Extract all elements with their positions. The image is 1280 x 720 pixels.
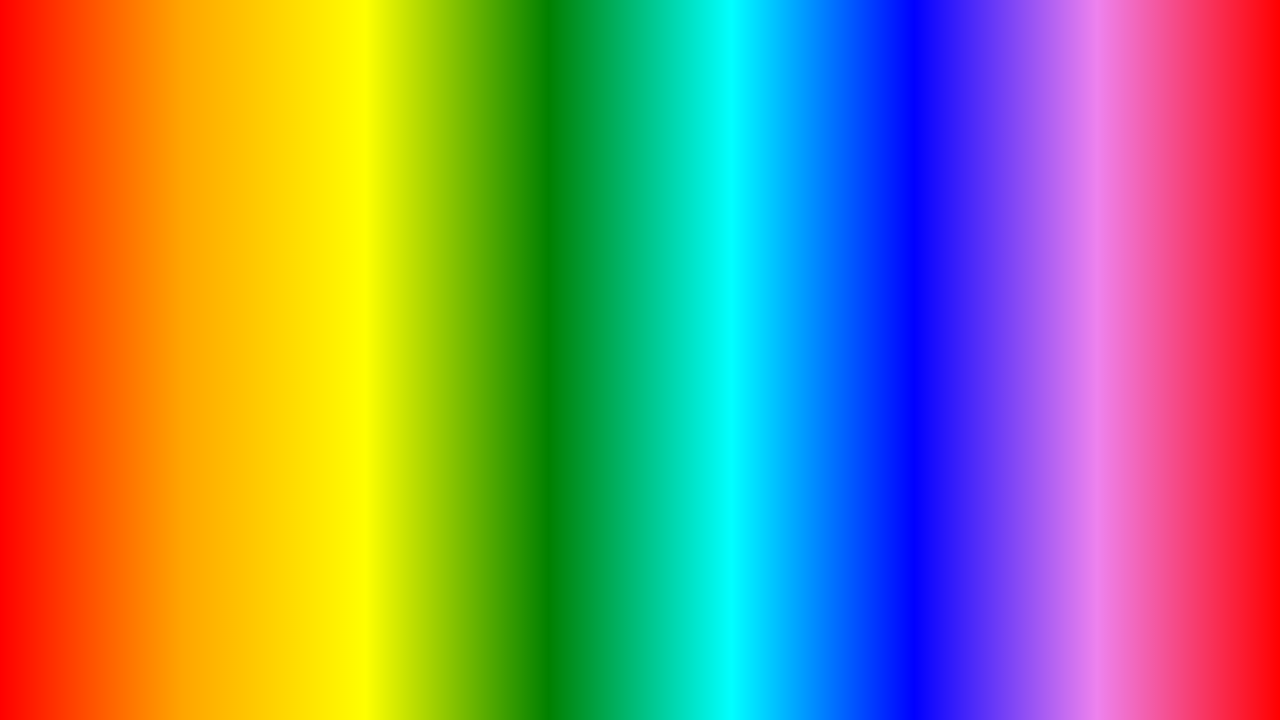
bypass-tp-checkbox[interactable] [711, 313, 725, 327]
hirimi-hyper-button[interactable]: Hirimi Hyper [601, 434, 700, 475]
fps-text: [FPS] : 7 [470, 248, 513, 260]
farm-la-row: H | Farm La... [277, 358, 733, 383]
h-badge-4: H [285, 389, 300, 402]
bottom-left-text: AUTO FARM SCRIPT PASTEBIN [20, 608, 815, 690]
farm-chest-button[interactable]: Farm Chest [501, 434, 600, 518]
dev-label: Dev... [194, 362, 222, 374]
system-label: Syste... [194, 410, 231, 422]
stats-label: Stats [198, 434, 223, 446]
h-logo: H [170, 250, 270, 350]
main-label: Main [198, 386, 222, 398]
datetime-text: 21/10/2023 - 10:49:35 AM [ ID ] [572, 248, 725, 260]
auto-farm-text: AUTO FARM [20, 609, 465, 689]
farm-la-label: | Farm La... [306, 363, 725, 377]
awakening-race-checkbox[interactable] [711, 338, 725, 352]
hub-popup: CHOOSE HUB - HIRIMI HUB Hirimi V1 Farm C… [390, 385, 710, 574]
hub-grid: Hirimi V1 Farm Chest Hirimi Hyper Hirimi… [392, 426, 708, 526]
h-badge: H [285, 314, 300, 327]
stats-icon: 📊 [179, 433, 193, 446]
character-area [830, 180, 1030, 580]
bf-logo-skull: ☠ [1172, 602, 1208, 648]
bf-logo: ☠ BLOX FRUITS [1120, 580, 1260, 700]
h-badge-3: H [285, 364, 300, 377]
weapon-dropdown-label: Select Weapon : Melee [297, 279, 431, 294]
bypass-tp-row: H | Bypass TP (Beta) [277, 308, 733, 333]
racev4-label: RaceV4 [198, 458, 237, 470]
awakening-race-row: H | Awakening Race (On When Enable Farm) [277, 333, 733, 358]
hub-title: CHOOSE HUB - HIRIMI HUB [392, 387, 708, 426]
h-logo-letter: H [201, 270, 239, 330]
hirimi-v2-button[interactable]: Hirimi V2 [400, 477, 499, 518]
sidebar-item-racev4[interactable]: 🏃 RaceV4 [171, 452, 279, 476]
hyper-new-button[interactable]: Hyper [ New ] [601, 477, 700, 518]
h-badge-5: H [285, 414, 300, 427]
racev4-icon: 🏃 [179, 457, 193, 470]
awakening-race-label: | Awakening Race (On When Enable Farm) [306, 338, 711, 352]
system-icon: ⚙ [179, 409, 189, 422]
main-title: BLOX FRUITS [251, 15, 1028, 142]
sidebar-item-main[interactable]: 🏠 Main [171, 380, 279, 404]
sidebar-item-dev[interactable]: ⚙ Dev... [171, 356, 279, 380]
panel-header: [Ping] : 195.339 (43%CV) [FPS] : 7 21/10… [277, 244, 733, 265]
bf-logo-text-line1: BLOX [1170, 648, 1210, 663]
h-badge-2: H [285, 339, 300, 352]
script-pastebin-text: SCRIPT PASTEBIN [479, 648, 815, 689]
ping-text: [Ping] : 195.339 (43%CV) [285, 248, 410, 260]
sidebar-item-stats[interactable]: 📊 Stats [171, 428, 279, 452]
h-badge-6: H [285, 439, 300, 452]
sidebar-item-system[interactable]: ⚙ Syste... [171, 404, 279, 428]
bf-logo-text-line2: FRUITS [1164, 663, 1217, 678]
hirimi-v1-button[interactable]: Hirimi V1 [400, 434, 499, 475]
dev-icon: ⚙ [179, 361, 189, 374]
bypass-tp-label: | Bypass TP (Beta) [306, 313, 711, 327]
hub-discord-button[interactable]: Discord SERVER [400, 526, 700, 564]
sidebar-panel: ⚙ Dev... 🏠 Main ⚙ Syste... 📊 Stats 🏃 Rac… [170, 355, 280, 477]
weapon-dropdown[interactable]: Select Weapon : Melee ▼ [285, 273, 725, 300]
dropdown-arrow: ▼ [700, 279, 713, 294]
main-icon: 🏠 [179, 385, 193, 398]
